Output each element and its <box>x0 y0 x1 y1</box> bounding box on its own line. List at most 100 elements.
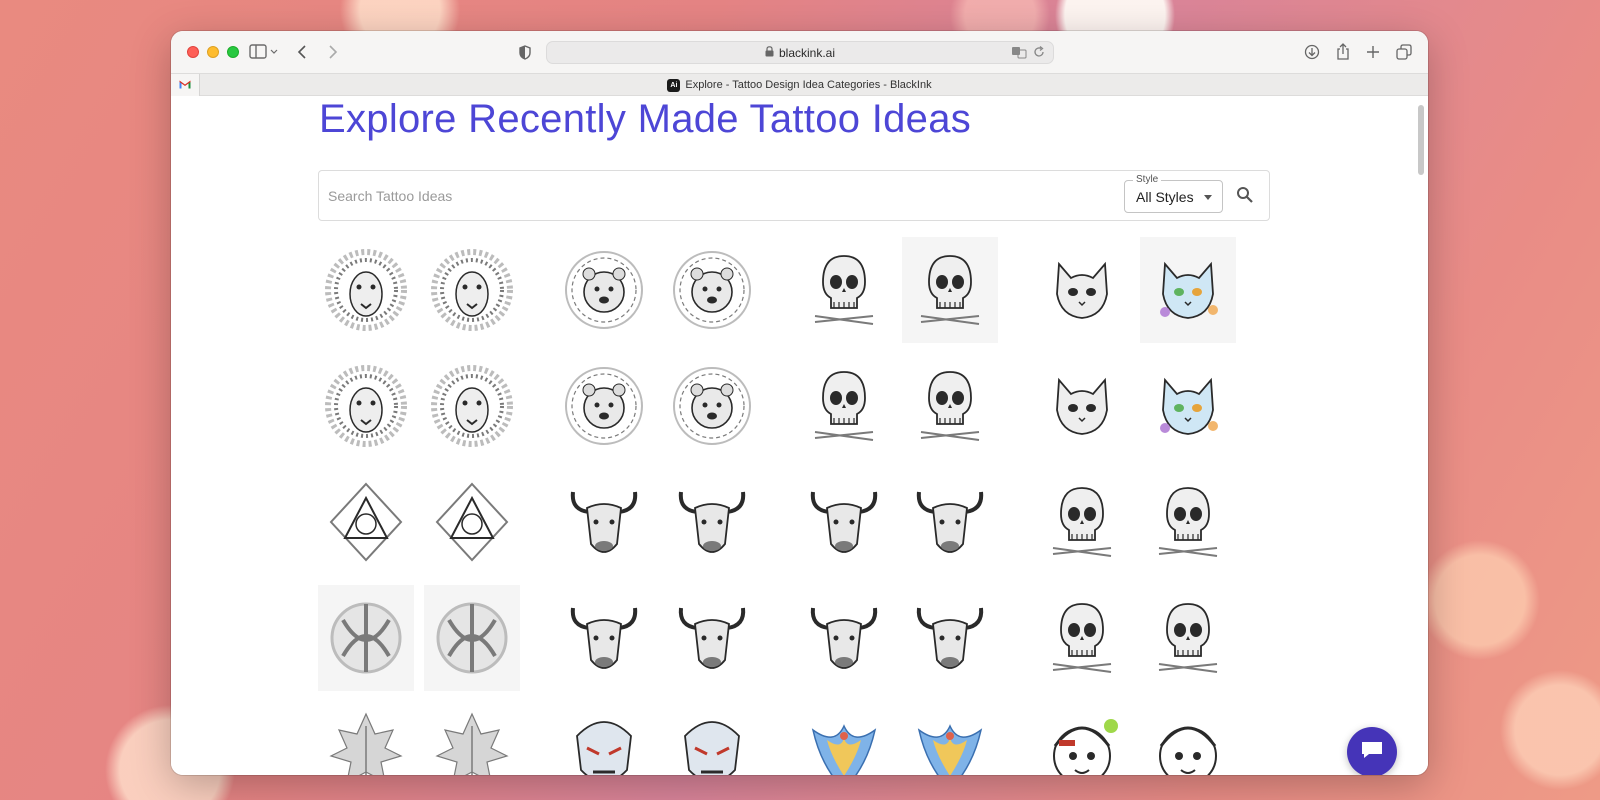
tattoo-thumbnail-bear-mandala[interactable] <box>556 237 652 343</box>
tab-title-text: Explore - Tattoo Design Idea Categories … <box>685 79 932 91</box>
tattoo-thumbnail-phoenix[interactable] <box>796 701 892 775</box>
tattoo-thumbnail-skull-crossbones[interactable] <box>1034 469 1130 575</box>
skull-crossbones-tattoo-image <box>1158 603 1218 673</box>
scrollbar[interactable] <box>1418 105 1424 175</box>
geometric-emblem-tattoo-image <box>435 482 509 562</box>
tab-active[interactable]: Ai Explore - Tattoo Design Idea Categori… <box>171 74 1428 96</box>
tattoo-thumbnail-skull-octopus[interactable] <box>796 237 892 343</box>
translate-icon[interactable] <box>1011 45 1027 62</box>
style-dropdown[interactable]: Style All Styles <box>1124 174 1223 213</box>
tattoo-thumbnail-skull-crossbones[interactable] <box>1140 585 1236 691</box>
tattoo-thumbnail-oni-mask[interactable] <box>664 701 760 775</box>
mushroom-cat-tattoo-image <box>1056 377 1108 435</box>
tattoo-thumbnail-celtic-knot[interactable] <box>318 585 414 691</box>
tattoo-thumbnail-lion[interactable] <box>424 237 520 343</box>
privacy-shield-icon[interactable] <box>518 42 532 62</box>
tattoo-thumbnail-skull-tentacles[interactable] <box>902 353 998 459</box>
bear-mandala-tattoo-image <box>565 251 643 329</box>
new-tab-icon[interactable] <box>1366 42 1380 62</box>
tattoo-thumbnail-mushroom-cat[interactable] <box>1034 353 1130 459</box>
search-bar: Style All Styles <box>318 170 1270 221</box>
tattoo-thumbnail-anime[interactable] <box>1140 701 1236 775</box>
tattoo-thumbnail-bull[interactable] <box>796 469 892 575</box>
tattoo-thumbnail-bear-mandala[interactable] <box>664 237 760 343</box>
tattoo-thumbnail-lion[interactable] <box>318 237 414 343</box>
minimize-window-button[interactable] <box>207 46 219 58</box>
leaf-tattoo-image <box>435 712 509 775</box>
wolf-mandala-tattoo-image <box>565 367 643 445</box>
tattoo-thumbnail-skeleton-crossbones[interactable] <box>1140 469 1236 575</box>
tattoo-gallery <box>318 237 1248 775</box>
tattoo-thumbnail-bull[interactable] <box>664 469 760 575</box>
close-window-button[interactable] <box>187 46 199 58</box>
oni-mask-tattoo-image <box>576 721 632 775</box>
cat-floral-tattoo-image <box>1160 377 1218 435</box>
lion-tattoo-image <box>325 365 407 447</box>
tattoo-thumbnail-cat-colorful[interactable] <box>1140 237 1236 343</box>
bull-tattoo-image <box>810 491 878 553</box>
oni-mask-tattoo-image <box>684 721 740 775</box>
url-text: blackink.ai <box>778 45 836 60</box>
address-bar[interactable]: blackink.ai <box>546 41 1054 64</box>
tattoo-thumbnail-cartoon[interactable] <box>1034 701 1130 775</box>
tattoo-thumbnail-cat-floral[interactable] <box>1140 353 1236 459</box>
bull-profile-tattoo-image <box>810 607 878 669</box>
browser-window: blackink.ai Ai Explore - Tattoo Design I… <box>171 31 1428 775</box>
tattoo-thumbnail-celtic-knot[interactable] <box>424 585 520 691</box>
sidebar-icon[interactable] <box>249 42 279 62</box>
tattoo-thumbnail-bull[interactable] <box>556 469 652 575</box>
skull-tentacles-tattoo-image <box>920 371 980 441</box>
tattoo-thumbnail-geometric-triangle[interactable] <box>318 469 414 575</box>
lion-tattoo-image <box>325 249 407 331</box>
tattoo-thumbnail-geometric-emblem[interactable] <box>424 469 520 575</box>
bull-tattoo-image <box>916 607 984 669</box>
bear-sunburst-tattoo-image <box>673 367 751 445</box>
tattoo-thumbnail-bear-sunburst[interactable] <box>664 353 760 459</box>
skeleton-crossbones-tattoo-image <box>1158 487 1218 557</box>
tattoo-thumbnail-skull-drums[interactable] <box>1034 585 1130 691</box>
tattoo-thumbnail-wolf-mandala[interactable] <box>556 353 652 459</box>
tattoo-thumbnail-leaf[interactable] <box>424 701 520 775</box>
celtic-knot-tattoo-image <box>436 602 508 674</box>
search-button[interactable] <box>1236 186 1256 206</box>
tattoo-thumbnail-lion[interactable] <box>318 353 414 459</box>
bull-tattoo-image <box>678 491 746 553</box>
style-legend: Style <box>1133 174 1162 185</box>
geometric-triangle-tattoo-image <box>329 482 403 562</box>
search-input[interactable] <box>328 183 1088 209</box>
forward-icon[interactable] <box>325 42 339 62</box>
downloads-icon[interactable] <box>1304 42 1320 62</box>
cat-colorful-tattoo-image <box>1160 261 1218 319</box>
skull-octopus-tattoo-image <box>814 255 874 325</box>
lock-icon <box>765 45 774 60</box>
tattoo-thumbnail-bull[interactable] <box>902 585 998 691</box>
bull-tattoo-image <box>678 607 746 669</box>
style-selected-value: All Styles <box>1136 189 1194 205</box>
phoenix-tattoo-image <box>917 724 983 775</box>
celtic-knot-tattoo-image <box>330 602 402 674</box>
back-icon[interactable] <box>296 42 310 62</box>
tab-overview-icon[interactable] <box>1396 42 1412 62</box>
cat-tattoo-image <box>1056 261 1108 319</box>
skull-tentacles-tattoo-image <box>814 371 874 441</box>
tattoo-thumbnail-oni-mask[interactable] <box>556 701 652 775</box>
tattoo-thumbnail-lion[interactable] <box>424 353 520 459</box>
tattoo-thumbnail-phoenix[interactable] <box>902 701 998 775</box>
tattoo-thumbnail-skull[interactable] <box>902 237 998 343</box>
chat-button[interactable] <box>1347 727 1397 775</box>
window-controls <box>187 46 239 58</box>
tattoo-thumbnail-bull[interactable] <box>664 585 760 691</box>
lion-tattoo-image <box>431 249 513 331</box>
tattoo-thumbnail-bull-profile[interactable] <box>796 585 892 691</box>
leaf-tattoo-image <box>329 712 403 775</box>
tattoo-thumbnail-leaf[interactable] <box>318 701 414 775</box>
tattoo-thumbnail-cat[interactable] <box>1034 237 1130 343</box>
tab-bar: Ai Explore - Tattoo Design Idea Categori… <box>171 73 1428 96</box>
reload-icon[interactable] <box>1033 45 1045 62</box>
share-icon[interactable] <box>1335 42 1351 62</box>
zoom-window-button[interactable] <box>227 46 239 58</box>
tattoo-thumbnail-bull[interactable] <box>556 585 652 691</box>
dropdown-caret-icon <box>1204 195 1212 200</box>
tattoo-thumbnail-bull[interactable] <box>902 469 998 575</box>
tattoo-thumbnail-skull-tentacles[interactable] <box>796 353 892 459</box>
